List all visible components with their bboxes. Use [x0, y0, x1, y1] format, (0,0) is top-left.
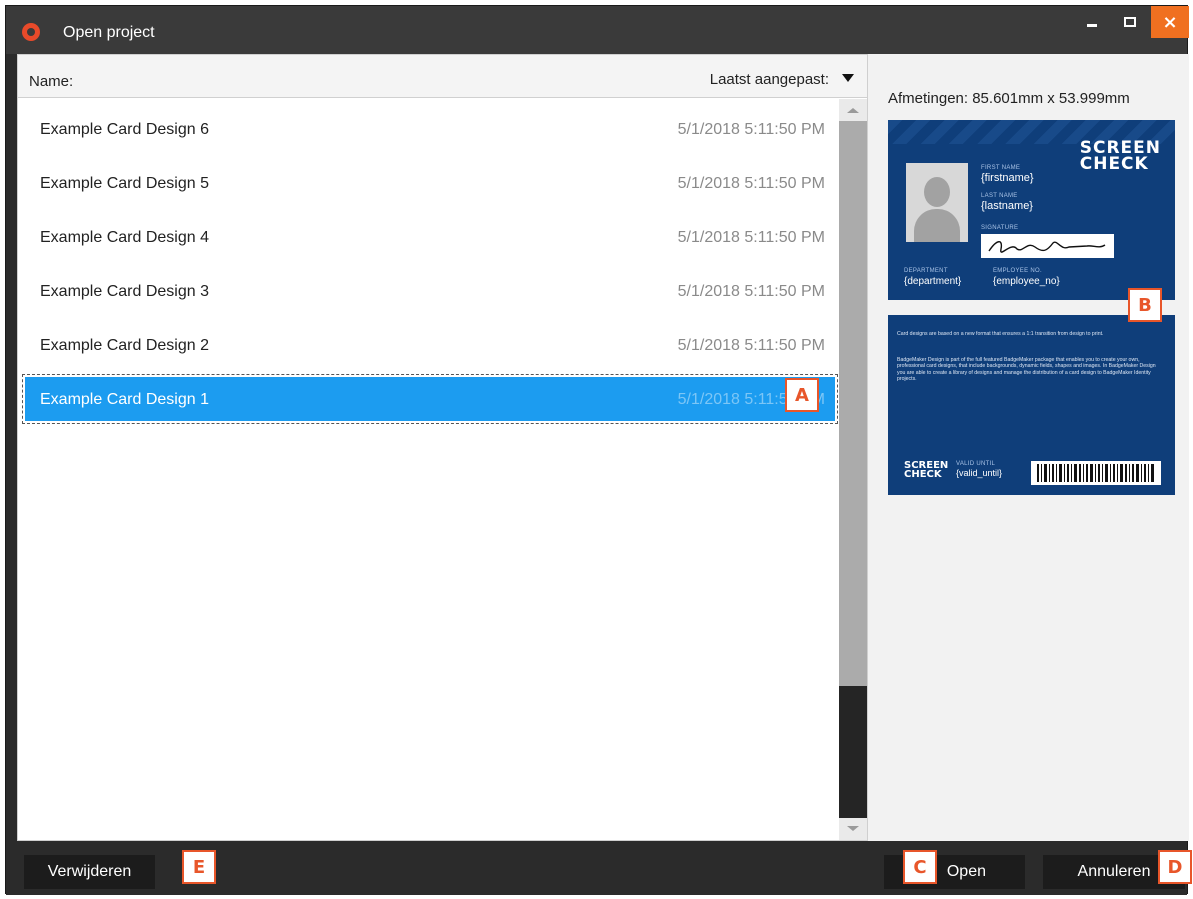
last-name-label: LAST NAME [981, 193, 1018, 199]
minimize-button[interactable] [1073, 6, 1111, 38]
scroll-down-arrow-icon[interactable] [839, 818, 867, 840]
card-back-text-1: Card designs are based on a new format t… [897, 331, 1104, 337]
maximize-button[interactable] [1111, 6, 1149, 38]
scroll-up-arrow-icon[interactable] [839, 99, 867, 121]
scroll-thumb[interactable] [839, 121, 867, 686]
title-bar[interactable]: Open project × [6, 6, 1189, 54]
vertical-scrollbar[interactable] [839, 99, 867, 840]
app-logo-icon [22, 23, 40, 41]
logo-text-line2: CHECK [904, 469, 942, 480]
employee-number-value: {employee_no} [993, 276, 1060, 287]
sort-descending-icon[interactable] [842, 74, 854, 82]
close-button[interactable]: × [1151, 6, 1189, 38]
project-name: Example Card Design 3 [40, 283, 209, 300]
list-item-selected[interactable]: Example Card Design 1 5/1/2018 5:11:50 P… [22, 374, 838, 424]
department-value: {department} [904, 276, 962, 287]
column-header-name[interactable]: Name: [29, 73, 73, 90]
list-header: Name: Laatst aangepast: [18, 55, 867, 98]
signature-image [981, 234, 1114, 258]
last-name-value: {lastname} [981, 200, 1033, 212]
logo-text-line2: CHECK [1079, 154, 1149, 174]
project-list: Name: Laatst aangepast: Example Card Des… [17, 54, 868, 841]
card-dimensions: Afmetingen: 85.601mm x 53.999mm [888, 90, 1130, 107]
valid-until-label: VALID UNTIL [956, 461, 996, 467]
project-name: Example Card Design 2 [40, 337, 209, 354]
project-modified-date: 5/1/2018 5:11:50 PM [677, 337, 825, 354]
project-modified-date: 5/1/2018 5:11:50 PM [677, 229, 825, 246]
callout-marker-e: E [182, 850, 216, 884]
preview-pane: Afmetingen: 85.601mm x 53.999mm SCREEN C… [868, 54, 1189, 841]
list-item[interactable]: Example Card Design 2 5/1/2018 5:11:50 P… [25, 323, 835, 367]
barcode-image [1031, 461, 1161, 485]
card-back-preview: Card designs are based on a new format t… [888, 315, 1175, 495]
first-name-label: FIRST NAME [981, 165, 1021, 171]
list-item[interactable]: Example Card Design 4 5/1/2018 5:11:50 P… [25, 215, 835, 259]
valid-until-value: {valid_until} [956, 468, 1003, 478]
project-name: Example Card Design 6 [40, 121, 209, 138]
callout-marker-d: D [1158, 850, 1192, 884]
first-name-value: {firstname} [981, 172, 1034, 184]
callout-marker-b: B [1128, 288, 1162, 322]
project-name: Example Card Design 5 [40, 175, 209, 192]
screencheck-logo: SCREEN CHECK [1079, 140, 1161, 174]
close-icon: × [1162, 11, 1178, 33]
callout-marker-a: A [785, 378, 819, 412]
photo-placeholder-icon [906, 163, 968, 242]
project-modified-date: 5/1/2018 5:11:50 PM [677, 283, 825, 300]
window-title: Open project [63, 24, 155, 41]
project-name: Example Card Design 1 [40, 391, 209, 408]
list-item[interactable]: Example Card Design 3 5/1/2018 5:11:50 P… [25, 269, 835, 313]
delete-button[interactable]: Verwijderen [24, 855, 155, 889]
screencheck-logo-small: SCREEN CHECK [904, 461, 948, 480]
open-project-dialog: Open project × Name: Laatst aangepast: E… [5, 5, 1189, 895]
card-back-text-2: BadgeMaker Design is part of the full fe… [897, 357, 1156, 383]
signature-label: SIGNATURE [981, 225, 1019, 231]
department-label: DEPARTMENT [904, 268, 948, 274]
list-item[interactable]: Example Card Design 6 5/1/2018 5:11:50 P… [25, 107, 835, 151]
project-modified-date: 5/1/2018 5:11:50 PM [677, 175, 825, 192]
employee-number-label: EMPLOYEE NO. [993, 268, 1042, 274]
minimize-icon [1087, 23, 1097, 27]
project-name: Example Card Design 4 [40, 229, 209, 246]
card-front-preview: SCREEN CHECK FIRST NAME {firstname} LAST… [888, 120, 1175, 300]
callout-marker-c: C [903, 850, 937, 884]
maximize-icon [1124, 17, 1136, 27]
project-modified-date: 5/1/2018 5:11:50 PM [677, 121, 825, 138]
column-header-modified[interactable]: Laatst aangepast: [710, 71, 829, 88]
list-item[interactable]: Example Card Design 5 5/1/2018 5:11:50 P… [25, 161, 835, 205]
list-rows: Example Card Design 6 5/1/2018 5:11:50 P… [18, 99, 839, 834]
